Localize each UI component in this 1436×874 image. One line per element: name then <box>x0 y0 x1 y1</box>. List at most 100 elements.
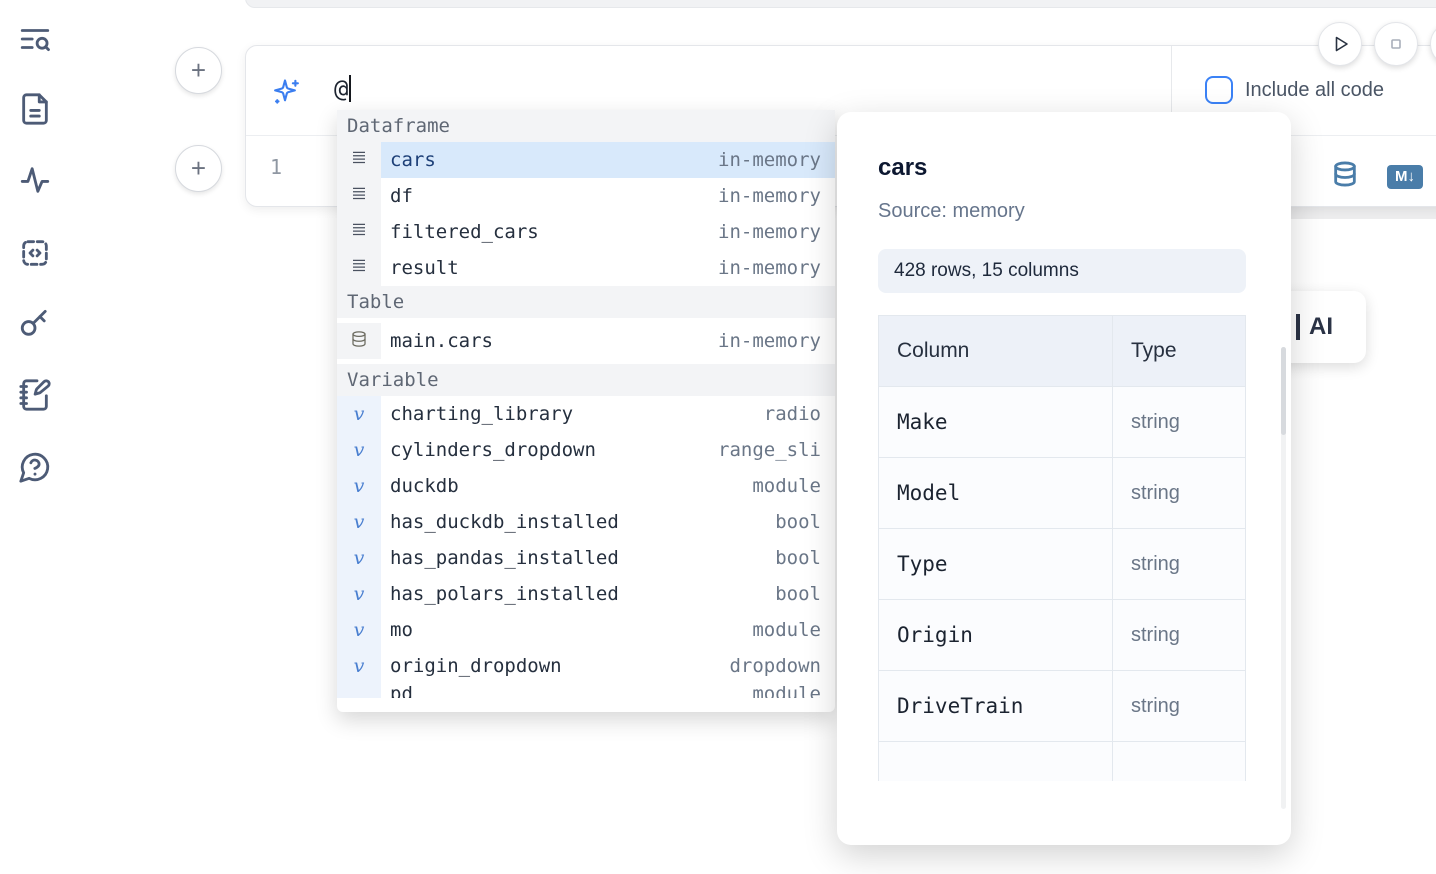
activity-icon[interactable] <box>18 163 54 199</box>
variable-icon: v <box>354 475 365 497</box>
item-type: dropdown <box>729 655 821 677</box>
add-cell-below-button[interactable]: + <box>175 145 222 192</box>
item-icon-gutter: v <box>337 432 381 468</box>
code-snippet-icon[interactable] <box>18 236 54 272</box>
item-type: radio <box>764 403 821 425</box>
column-name-cell: Type <box>879 529 1113 600</box>
dataframe-icon <box>350 257 368 279</box>
variable-icon: v <box>354 439 365 461</box>
column-name-cell: DriveTrain <box>879 671 1113 742</box>
item-name: cylinders_dropdown <box>390 439 596 461</box>
item-type: bool <box>775 547 821 569</box>
variable-icon: v <box>354 619 365 641</box>
item-icon-gutter: v <box>337 540 381 576</box>
autocomplete-item[interactable]: carsin-memory <box>337 142 835 178</box>
autocomplete-group-header: Dataframe <box>337 110 835 142</box>
schema-table-wrap: Column Type MakestringModelstringTypestr… <box>878 315 1248 781</box>
document-icon[interactable] <box>18 92 54 128</box>
item-name: df <box>390 185 413 207</box>
dataframe-icon <box>350 185 368 207</box>
item-name: has_polars_installed <box>390 583 619 605</box>
item-type: range_sli <box>718 439 821 461</box>
item-name: cars <box>390 149 436 171</box>
clipped-letter-stroke <box>1296 314 1300 340</box>
item-type: in-memory <box>718 257 821 279</box>
item-type: in-memory <box>718 330 821 352</box>
item-name: origin_dropdown <box>390 655 562 677</box>
item-type: in-memory <box>718 221 821 243</box>
markdown-convert-icon[interactable]: M↓ <box>1387 165 1423 189</box>
type-header: Type <box>1113 316 1246 387</box>
autocomplete-item[interactable]: v has_pandas_installed bool <box>337 540 835 576</box>
item-icon-gutter <box>337 250 381 286</box>
schema-table: Column Type MakestringModelstringTypestr… <box>878 315 1246 781</box>
toc-search-icon[interactable] <box>18 22 54 58</box>
dataframe-preview-panel: cars Source: memory 428 rows, 15 columns… <box>837 112 1291 845</box>
panel-scrollbar-thumb[interactable] <box>1281 347 1286 435</box>
schema-table-row: Typestring <box>879 529 1246 600</box>
item-icon-gutter <box>337 178 381 214</box>
shape-badge: 428 rows, 15 columns <box>878 249 1246 293</box>
item-icon-gutter: v <box>337 612 381 648</box>
autocomplete-group-header: Variable <box>337 364 835 396</box>
autocomplete-item[interactable]: v mo module <box>337 612 835 648</box>
item-type: in-memory <box>718 185 821 207</box>
autocomplete-item[interactable]: vcharting_libraryradio <box>337 396 835 432</box>
scratchpad-icon[interactable] <box>18 378 54 414</box>
item-type: module <box>752 619 821 641</box>
column-name-cell: Make <box>879 387 1113 458</box>
variable-icon: v <box>354 655 365 677</box>
variable-icon: v <box>354 583 365 605</box>
help-chat-icon[interactable] <box>18 450 54 486</box>
autocomplete-item[interactable]: filtered_carsin-memory <box>337 214 835 250</box>
database-action-icon[interactable] <box>1331 159 1359 194</box>
variable-icon: v <box>354 403 365 425</box>
line-number: 1 <box>270 155 282 179</box>
include-all-code-checkbox[interactable] <box>1205 76 1233 104</box>
item-type: module <box>752 475 821 497</box>
stop-button[interactable] <box>1374 22 1418 66</box>
item-icon-gutter <box>337 323 381 359</box>
run-cell-button[interactable] <box>1318 22 1362 66</box>
item-type: module <box>752 684 821 698</box>
column-name-cell: Origin <box>879 600 1113 671</box>
autocomplete-item[interactable]: v origin_dropdown dropdown <box>337 648 835 684</box>
dataframe-icon <box>350 149 368 171</box>
include-all-code-label: Include all code <box>1245 79 1384 102</box>
variable-icon: v <box>354 547 365 569</box>
item-icon-gutter: v <box>337 684 381 698</box>
panel-title: cars <box>878 154 1291 182</box>
add-cell-above-button[interactable]: + <box>175 47 222 94</box>
autocomplete-item[interactable]: result in-memory <box>337 250 835 286</box>
autocomplete-dropdown: Dataframecarsin-memorydfin-memoryfiltere… <box>337 110 835 712</box>
item-name: has_pandas_installed <box>390 547 619 569</box>
schema-table-partial-row <box>879 742 1246 782</box>
schema-table-row: Modelstring <box>879 458 1246 529</box>
column-type-cell: string <box>1113 600 1246 671</box>
item-name: pd <box>390 684 413 698</box>
autocomplete-item[interactable]: vpd module <box>337 684 835 698</box>
key-icon[interactable] <box>18 306 54 342</box>
column-type-cell: string <box>1113 387 1246 458</box>
previous-cell-bottom-edge <box>245 0 1436 8</box>
item-name: mo <box>390 619 413 641</box>
ai-prompt-input[interactable]: @ <box>334 75 351 103</box>
column-type-cell: string <box>1113 671 1246 742</box>
autocomplete-item[interactable]: vduckdbmodule <box>337 468 835 504</box>
item-icon-gutter <box>337 214 381 250</box>
autocomplete-item[interactable]: df in-memory <box>337 178 835 214</box>
autocomplete-item[interactable]: vhas_polars_installedbool <box>337 576 835 612</box>
stop-icon <box>1384 32 1408 56</box>
play-icon <box>1328 32 1352 56</box>
item-name: result <box>390 257 459 279</box>
item-icon-gutter: v <box>337 396 381 432</box>
column-type-cell: string <box>1113 529 1246 600</box>
dataframe-icon <box>350 221 368 243</box>
schema-table-row: Makestring <box>879 387 1246 458</box>
autocomplete-item[interactable]: vhas_duckdb_installedbool <box>337 504 835 540</box>
variable-icon: v <box>354 511 365 533</box>
autocomplete-item[interactable]: main.carsin-memory <box>337 323 835 359</box>
autocomplete-item[interactable]: v cylinders_dropdown range_sli <box>337 432 835 468</box>
schema-table-row: Originstring <box>879 600 1246 671</box>
column-header: Column <box>879 316 1113 387</box>
